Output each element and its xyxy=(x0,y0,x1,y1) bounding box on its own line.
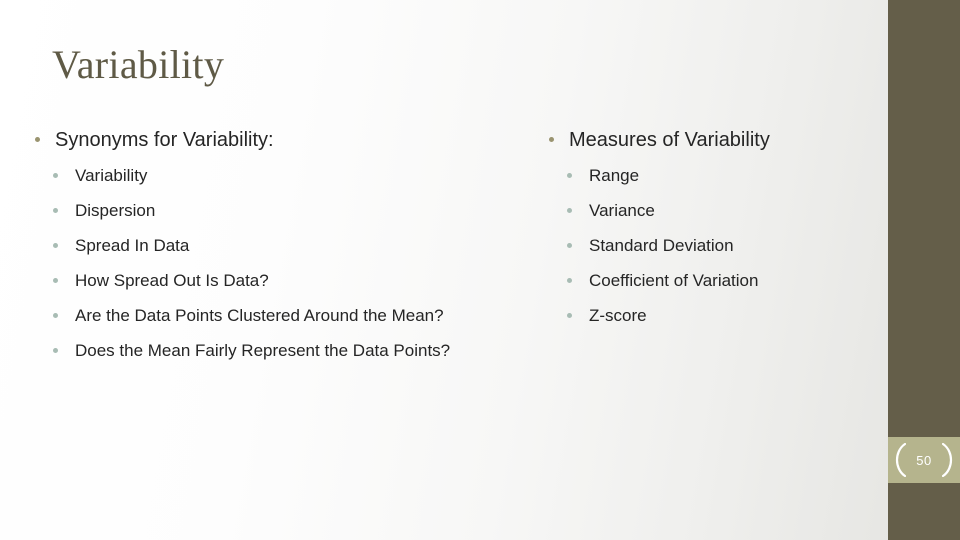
list-item: How Spread Out Is Data? xyxy=(28,267,528,295)
list-item: Z-score xyxy=(542,302,882,330)
list-item: Variance xyxy=(542,197,882,225)
content-column-right: Measures of Variability Range Variance S… xyxy=(542,126,882,337)
content-column-left: Synonyms for Variability: Variability Di… xyxy=(28,126,528,372)
bullet-level2-icon xyxy=(53,243,58,248)
bullet-level2-icon xyxy=(53,278,58,283)
list-item: Does the Mean Fairly Represent the Data … xyxy=(28,337,528,365)
list-item: Range xyxy=(542,162,882,190)
list-item: Coefficient of Variation xyxy=(542,267,882,295)
list-item: Spread In Data xyxy=(28,232,528,260)
bullet-level2-icon xyxy=(53,348,58,353)
left-column-heading: Synonyms for Variability: xyxy=(28,126,528,154)
bullet-level2-icon xyxy=(567,243,572,248)
presentation-slide: Variability Synonyms for Variability: Va… xyxy=(0,0,960,540)
bullet-level2-icon xyxy=(567,313,572,318)
bullet-level1-icon xyxy=(549,137,554,142)
bullet-level2-icon xyxy=(567,173,572,178)
list-item: Are the Data Points Clustered Around the… xyxy=(28,302,528,330)
list-item: Standard Deviation xyxy=(542,232,882,260)
slide-title: Variability xyxy=(52,42,225,87)
bullet-level2-icon xyxy=(567,278,572,283)
bullet-level2-icon xyxy=(53,313,58,318)
list-item: Variability xyxy=(28,162,528,190)
bullet-level2-icon xyxy=(53,173,58,178)
bullet-level2-icon xyxy=(567,208,572,213)
right-column-list: Range Variance Standard Deviation Coeffi… xyxy=(542,162,882,330)
list-item: Dispersion xyxy=(28,197,528,225)
left-column-list: Variability Dispersion Spread In Data Ho… xyxy=(28,162,528,365)
slide-number-label: 50 xyxy=(916,452,932,468)
bullet-level1-icon xyxy=(35,137,40,142)
right-column-heading: Measures of Variability xyxy=(542,126,882,154)
bullet-level2-icon xyxy=(53,208,58,213)
